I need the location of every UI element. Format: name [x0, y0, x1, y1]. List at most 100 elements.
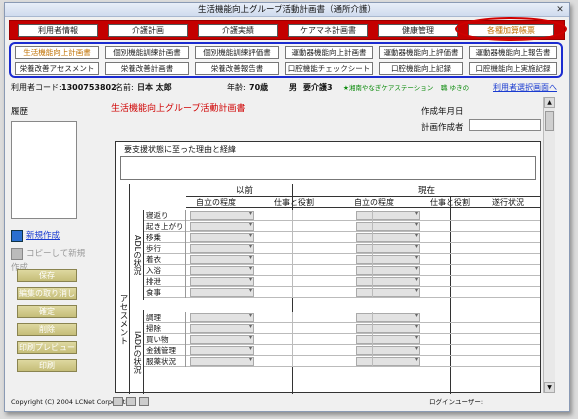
form-title: 生活機能向上グループ活動計画書: [111, 104, 246, 114]
adl-current-independence-select[interactable]: [356, 221, 420, 231]
adl-before-independence-select[interactable]: [190, 221, 254, 231]
print-preview-button[interactable]: 印刷プレビュー: [17, 341, 77, 354]
nav-health[interactable]: 健康管理: [378, 24, 458, 37]
user-name-label: 名前:: [115, 83, 134, 92]
history-list[interactable]: [11, 121, 77, 219]
nav-care-plan[interactable]: 介護計画: [108, 24, 188, 37]
adl-item-label: 排泄: [144, 276, 186, 287]
scroll-down-icon[interactable]: ▼: [544, 382, 555, 393]
adl-before-independence-select[interactable]: [190, 287, 254, 297]
subnav-life-function-plan[interactable]: 生活機能向上計画書: [15, 46, 99, 59]
subnav-nutrition-assessment[interactable]: 栄養改善アセスメント: [15, 62, 99, 75]
user-info-bar: 利用者コード: 1300753802 名前: 日本 太郎 年齢: 70歳 男 要…: [9, 81, 567, 95]
secondary-nav: 生活機能向上計画書 個別機能訓練計画書 個別機能訓練評価書 運動器機能向上計画書…: [9, 42, 563, 78]
period-header: 以前 現在: [186, 184, 540, 196]
app-window: 生活機能向上グループ活動計画書（通所介護） ✕ 利用者情報 介護計画 介護実績 …: [4, 2, 570, 412]
subnav-nutrition-report[interactable]: 栄養改善報告書: [195, 62, 279, 75]
adl-before-independence-select[interactable]: [190, 276, 254, 286]
adl-current-independence-select[interactable]: [356, 210, 420, 220]
iadl-item-label: 買い物: [144, 334, 186, 345]
iadl-before-independence-select[interactable]: [190, 323, 254, 333]
scroll-up-icon[interactable]: ▲: [544, 97, 555, 108]
adl-row: 排泄: [144, 276, 540, 287]
subnav-oral-implementation[interactable]: 口腔機能向上実施記録: [469, 62, 557, 75]
adl-before-independence-select[interactable]: [190, 243, 254, 253]
adl-before-independence-select[interactable]: [190, 265, 254, 275]
iadl-current-independence-select[interactable]: [356, 345, 420, 355]
iadl-before-independence-select[interactable]: [190, 334, 254, 344]
iadl-before-independence-select[interactable]: [190, 345, 254, 355]
user-age: 70歳: [249, 83, 269, 92]
copy-create-link[interactable]: コピーして新規作成: [11, 247, 91, 273]
adl-row: 歩行: [144, 243, 540, 254]
current-label: 現在: [418, 186, 436, 196]
adl-current-independence-select[interactable]: [356, 287, 420, 297]
history-label: 履歴: [11, 107, 29, 117]
help-icon[interactable]: [139, 397, 149, 406]
adl-current-independence-select[interactable]: [356, 265, 420, 275]
iadl-row: 服薬状況: [144, 356, 540, 367]
folder-icon[interactable]: [113, 397, 123, 406]
iadl-current-independence-select[interactable]: [356, 312, 420, 322]
subnav-motor-eval[interactable]: 運動器機能向上評価書: [379, 46, 463, 59]
nav-care-record[interactable]: 介護実績: [198, 24, 278, 37]
col-progress: 遂行状況: [492, 198, 524, 207]
confirm-button[interactable]: 確定: [17, 305, 77, 318]
window-title: 生活機能向上グループ活動計画書（通所介護）: [198, 5, 376, 15]
scroll-thumb[interactable]: [545, 111, 554, 131]
iadl-current-independence-select[interactable]: [356, 356, 420, 366]
login-user-label: ログインユーザー:: [429, 398, 484, 406]
new-create-link[interactable]: 新規作成: [11, 229, 60, 243]
book-icon[interactable]: [126, 397, 136, 406]
iadl-before-independence-select[interactable]: [190, 356, 254, 366]
adl-current-independence-select[interactable]: [356, 232, 420, 242]
adl-item-label: 食事: [144, 287, 186, 298]
subnav-oral-record[interactable]: 口腔機能向上記録: [379, 62, 463, 75]
adl-current-independence-select[interactable]: [356, 254, 420, 264]
iadl-current-independence-select[interactable]: [356, 323, 420, 333]
adl-row: 着衣: [144, 254, 540, 265]
delete-button[interactable]: 削除: [17, 323, 77, 336]
nav-user-info[interactable]: 利用者情報: [18, 24, 98, 37]
col-work-before: 仕事と役割: [274, 198, 314, 207]
subnav-individual-training-plan[interactable]: 個別機能訓練計画書: [105, 46, 189, 59]
reason-textarea[interactable]: [120, 156, 536, 180]
staff-name: 職 ゆきの: [441, 84, 470, 92]
adl-before-independence-select[interactable]: [190, 254, 254, 264]
adl-before-independence-select[interactable]: [190, 232, 254, 242]
iadl-item-label: 調理: [144, 312, 186, 323]
reason-label: 要支援状態に至った理由と経緯: [124, 145, 236, 154]
col-independence-now: 自立の程度: [354, 198, 394, 207]
adl-row: 寝返り: [144, 210, 540, 221]
user-select-link[interactable]: 利用者選択画面へ: [493, 81, 557, 95]
subnav-motor-report[interactable]: 運動器機能向上報告書: [469, 46, 557, 59]
iadl-row: 金銭管理: [144, 345, 540, 356]
adl-row: 入浴: [144, 265, 540, 276]
adl-item-label: 着衣: [144, 254, 186, 265]
user-age-label: 年齢:: [227, 83, 246, 92]
adl-current-independence-select[interactable]: [356, 243, 420, 253]
vertical-scrollbar[interactable]: ▲ ▼: [543, 97, 555, 393]
author-input[interactable]: [469, 119, 541, 131]
adl-before-independence-select[interactable]: [190, 210, 254, 220]
user-code: 1300753802: [61, 83, 117, 92]
subnav-individual-training-eval[interactable]: 個別機能訓練評価書: [195, 46, 279, 59]
col-independence-before: 自立の程度: [196, 198, 236, 207]
subnav-oral-checksheet[interactable]: 口腔機能チェックシート: [285, 62, 373, 75]
adl-label: ADLの状況: [130, 210, 144, 300]
subnav-nutrition-plan[interactable]: 栄養改善計画書: [105, 62, 189, 75]
form-area: 生活機能向上グループ活動計画書 作成年月日 計画作成者 要支援状態に至った理由と…: [97, 97, 563, 394]
close-icon[interactable]: ✕: [555, 5, 565, 15]
save-button[interactable]: 保存: [17, 269, 77, 282]
adl-item-label: 入浴: [144, 265, 186, 276]
adl-row: 食事: [144, 287, 540, 298]
user-name: 日本 太郎: [137, 83, 172, 92]
cancel-edit-button[interactable]: 編集の取り消し: [17, 287, 77, 300]
subnav-motor-plan[interactable]: 運動器機能向上計画書: [285, 46, 373, 59]
adl-row: 起き上がり: [144, 221, 540, 232]
print-button[interactable]: 印刷: [17, 359, 77, 372]
iadl-before-independence-select[interactable]: [190, 312, 254, 322]
adl-current-independence-select[interactable]: [356, 276, 420, 286]
iadl-current-independence-select[interactable]: [356, 334, 420, 344]
nav-caremanager-plan[interactable]: ケアマネ計画書: [288, 24, 368, 37]
